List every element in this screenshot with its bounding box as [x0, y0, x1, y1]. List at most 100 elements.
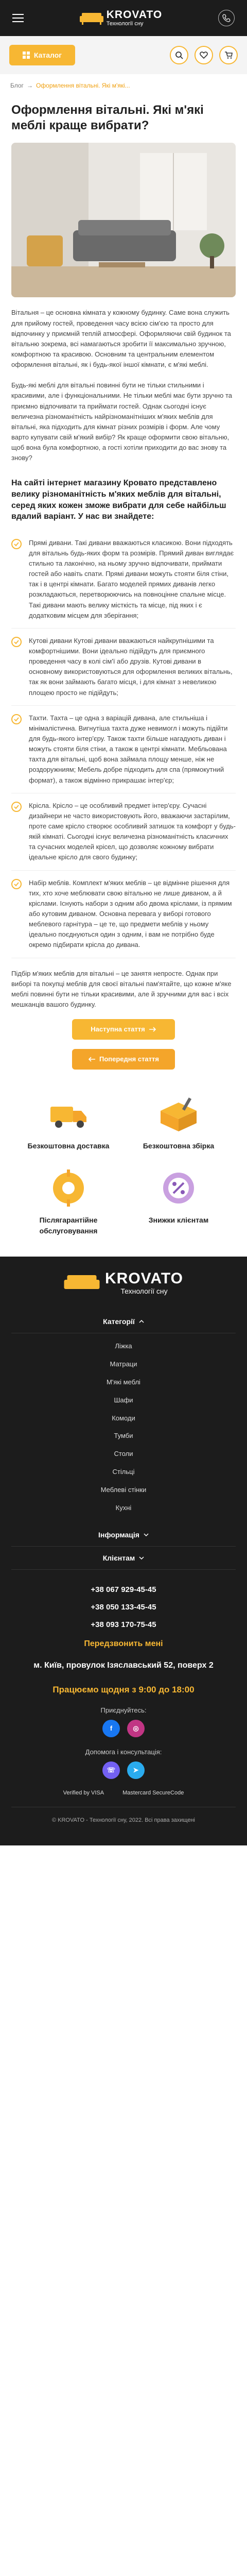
category-link[interactable]: Меблеві стінки: [11, 1481, 236, 1499]
feature-delivery: Безкоштовна доставка: [17, 1093, 119, 1151]
check-icon: [11, 636, 22, 647]
list-item: Крісла. Крісло – це особливий предмет ін…: [11, 793, 236, 871]
footer-logo[interactable]: KROVATO Технології сну: [11, 1269, 236, 1295]
next-article-button[interactable]: Наступна стаття: [72, 1019, 175, 1040]
assembly-icon: [161, 1097, 197, 1132]
feature-label: Післягарантійне обслуговування: [39, 1216, 98, 1235]
search-button[interactable]: [170, 46, 188, 64]
feature-label: Безкоштовна збірка: [143, 1142, 215, 1150]
page-title: Оформлення вітальні. Які м'які меблі кра…: [11, 103, 204, 133]
footer-logo-tagline: Технології сну: [120, 1286, 168, 1295]
category-link[interactable]: Тумби: [11, 1427, 236, 1445]
site-footer: KROVATO Технології сну Категорії Ліжка М…: [0, 1256, 247, 1845]
category-link[interactable]: Ліжка: [11, 1337, 236, 1355]
favorites-button[interactable]: [195, 46, 213, 64]
list-item-text: Прямі дивани. Такі дивани вважаються кла…: [29, 538, 234, 619]
facebook-icon[interactable]: f: [102, 1720, 120, 1738]
feature-discounts: Знижки клієнтам: [128, 1167, 230, 1236]
phone-link[interactable]: +38 093 170-75-45: [11, 1616, 236, 1634]
section-subtitle: На сайті інтернет магазину Кровато предс…: [11, 479, 226, 521]
footer-logo-text: KROVATO: [104, 1269, 183, 1287]
intro-paragraph-1: Вітальня – це основна кімната у кожному …: [11, 309, 231, 369]
copyright: © KROVATO - Технології сну, 2022. Всі пр…: [11, 1807, 236, 1845]
heart-icon: [200, 52, 208, 59]
search-icon: [175, 52, 183, 59]
features-grid: Безкоштовна доставка Безкоштовна збірка …: [11, 1093, 236, 1257]
intro-paragraph-2: Будь-які меблі для вітальні повинні бути…: [11, 381, 233, 462]
info-title: Інформація: [98, 1530, 139, 1539]
chevron-down-icon: [139, 1556, 144, 1560]
grid-icon: [22, 52, 30, 59]
list-item: Тахти. Тахта – це одна з варіацій дивана…: [11, 706, 236, 793]
logo-tagline: Технології сну: [106, 21, 144, 27]
list-item-text: Набір меблів. Комплект м'яких меблів – ц…: [29, 878, 232, 949]
instagram-icon[interactable]: ◎: [127, 1720, 145, 1738]
telegram-icon[interactable]: ➤: [127, 1761, 145, 1780]
messenger-links: ☏ ➤: [11, 1761, 236, 1780]
phone-button[interactable]: [218, 10, 235, 26]
feature-assembly: Безкоштовна збірка: [128, 1093, 230, 1151]
feature-label: Знижки клієнтам: [148, 1216, 209, 1225]
chevron-up-icon: [139, 1320, 144, 1323]
menu-icon[interactable]: [12, 14, 24, 22]
breadcrumb-current: Оформлення вітальні. Які м'які...: [36, 82, 130, 89]
check-icon: [11, 714, 22, 724]
breadcrumb: Блог → Оформлення вітальні. Які м'які...: [0, 74, 247, 97]
working-hours: Працюємо щодня з 9:00 до 18:00: [52, 1685, 195, 1695]
check-icon: [11, 878, 22, 889]
clients-toggle[interactable]: Клієнтам: [11, 1547, 236, 1570]
logo[interactable]: KROVATO Технології сну: [79, 9, 163, 27]
catalog-label: Каталог: [33, 50, 62, 59]
help-label: Допомога і консультація:: [85, 1748, 162, 1756]
phone-icon: [222, 14, 231, 22]
viber-icon[interactable]: ☏: [102, 1761, 120, 1780]
info-toggle[interactable]: Інформація: [11, 1523, 236, 1547]
verified-by-visa-badge: Verified by VISA: [63, 1790, 104, 1797]
chevron-down-icon: [144, 1533, 149, 1536]
social-links: f ◎: [11, 1720, 236, 1738]
feature-label: Безкоштовна доставка: [27, 1142, 110, 1150]
list-item-text: Тахти. Тахта – це одна з варіацій дивана…: [29, 714, 228, 784]
list-item: Прямі дивани. Такі дивани вважаються кла…: [11, 531, 236, 629]
category-link[interactable]: Комоди: [11, 1410, 236, 1428]
breadcrumb-home[interactable]: Блог: [10, 81, 24, 90]
article: Оформлення вітальні. Які м'які меблі кра…: [0, 103, 247, 1257]
categories-toggle[interactable]: Категорії: [11, 1310, 236, 1334]
check-icon: [11, 538, 22, 549]
next-article-label: Наступна стаття: [91, 1025, 145, 1033]
category-link[interactable]: Столи: [11, 1445, 236, 1463]
list-item: Кутові дивани Кутові дивани вважаються н…: [11, 629, 236, 706]
sofa-logo-icon: [79, 13, 103, 25]
category-link[interactable]: Шафи: [11, 1392, 236, 1410]
sofa-logo-icon: [64, 1275, 100, 1289]
category-link[interactable]: Кухні: [11, 1499, 236, 1517]
phone-link[interactable]: +38 050 133-45-45: [11, 1599, 236, 1616]
list-item: Набір меблів. Комплект м'яких меблів – ц…: [11, 871, 236, 958]
phone-link[interactable]: +38 067 929-45-45: [11, 1581, 236, 1599]
furniture-list: Прямі дивани. Такі дивани вважаються кла…: [11, 531, 236, 958]
clients-title: Клієнтам: [102, 1554, 135, 1562]
catalog-button[interactable]: Каталог: [9, 45, 75, 65]
prev-article-label: Попередня стаття: [99, 1055, 159, 1063]
outro-paragraph: Підбір м'яких меблів для вітальні – це з…: [11, 969, 232, 1008]
arrow-right-icon: [149, 1027, 156, 1032]
discount-icon: [163, 1173, 194, 1204]
category-link[interactable]: Стільці: [11, 1463, 236, 1481]
callback-link[interactable]: Передзвонить мені: [11, 1638, 236, 1650]
breadcrumb-separator: →: [26, 82, 33, 89]
category-link[interactable]: Матраци: [11, 1355, 236, 1374]
service-icon: [53, 1170, 84, 1207]
categories-title: Категорії: [103, 1317, 135, 1326]
toolbar: Каталог: [0, 36, 247, 74]
hero-image: [11, 143, 236, 298]
category-link[interactable]: М'які меблі: [11, 1374, 236, 1392]
site-header: KROVATO Технології сну: [0, 0, 247, 36]
cart-button[interactable]: [219, 46, 238, 64]
prev-article-button[interactable]: Попередня стаття: [72, 1049, 175, 1070]
truck-icon: [50, 1107, 86, 1128]
categories-list: Ліжка Матраци М'які меблі Шафи Комоди Ту…: [11, 1333, 236, 1523]
check-icon: [11, 801, 22, 812]
logo-text: KROVATO: [106, 9, 163, 21]
list-item-text: Крісла. Крісло – це особливий предмет ін…: [29, 801, 236, 861]
mastercard-securecode-badge: Mastercard SecureCode: [122, 1790, 184, 1797]
